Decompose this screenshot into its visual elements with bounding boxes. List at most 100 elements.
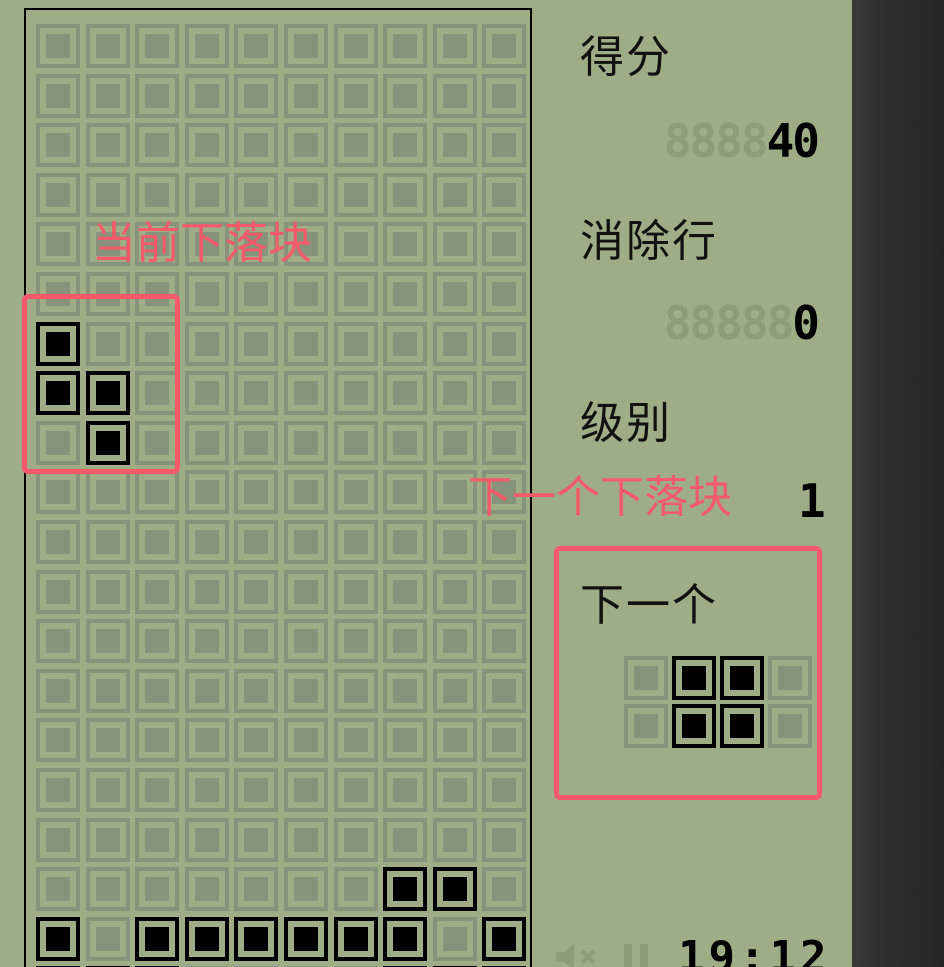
block-empty — [135, 768, 180, 812]
block-empty — [135, 520, 180, 564]
block-empty — [482, 371, 527, 416]
block-empty — [333, 520, 378, 564]
block-empty — [333, 172, 378, 217]
block-empty — [135, 619, 180, 664]
block-empty — [284, 768, 328, 812]
block-empty — [383, 420, 428, 465]
clock: 19:12 — [678, 932, 831, 967]
block-empty — [284, 569, 328, 614]
block-empty — [184, 24, 229, 68]
block-empty — [333, 272, 378, 316]
block-empty — [284, 470, 328, 515]
block-empty — [383, 520, 428, 564]
block-empty — [482, 420, 527, 465]
block-empty — [482, 619, 527, 664]
block-empty — [333, 718, 378, 763]
block-empty — [482, 24, 527, 68]
block-empty — [383, 619, 428, 664]
score-label: 得分 — [580, 32, 672, 83]
block-empty — [383, 668, 428, 713]
block-empty — [284, 272, 328, 316]
block-empty — [482, 718, 527, 763]
block-empty — [284, 24, 328, 68]
block-empty — [36, 123, 80, 168]
block-empty — [184, 569, 229, 614]
block-empty — [184, 73, 229, 118]
block-empty — [432, 718, 477, 763]
block-empty — [432, 371, 477, 416]
block-empty — [333, 470, 378, 515]
block-empty — [85, 916, 130, 961]
block-empty — [432, 73, 477, 118]
block-empty — [135, 123, 180, 168]
block-empty — [333, 768, 378, 812]
block-empty — [482, 73, 527, 118]
block-empty — [234, 718, 279, 763]
block-empty — [284, 668, 328, 713]
block-empty — [432, 668, 477, 713]
block-empty — [333, 420, 378, 465]
block-empty — [383, 569, 428, 614]
block-filled — [234, 916, 279, 961]
block-empty — [36, 73, 80, 118]
score-value: 40 — [766, 114, 820, 168]
current-piece-annotation: 当前下落块 — [92, 218, 312, 269]
score-display: 888840 — [664, 118, 820, 164]
block-empty — [482, 668, 527, 713]
block-filled — [432, 867, 477, 912]
block-empty — [383, 371, 428, 416]
lines-label: 消除行 — [580, 216, 718, 267]
block-empty — [36, 520, 80, 564]
block-filled — [383, 867, 428, 912]
block-empty — [234, 272, 279, 316]
block-empty — [184, 768, 229, 812]
block-filled — [36, 916, 80, 961]
block-empty — [184, 172, 229, 217]
block-empty — [184, 470, 229, 515]
block-empty — [135, 73, 180, 118]
block-empty — [85, 470, 130, 515]
speaker-muted-icon — [556, 944, 596, 967]
block-empty — [234, 619, 279, 664]
block-empty — [432, 272, 477, 316]
block-empty — [482, 817, 527, 862]
block-empty — [36, 668, 80, 713]
lines-value: 0 — [792, 296, 820, 350]
block-empty — [135, 569, 180, 614]
block-empty — [184, 619, 229, 664]
block-empty — [85, 123, 130, 168]
block-filled — [184, 916, 229, 961]
block-empty — [234, 420, 279, 465]
level-label: 级别 — [580, 398, 672, 449]
block-empty — [85, 768, 130, 812]
block-empty — [234, 172, 279, 217]
block-empty — [234, 520, 279, 564]
block-empty — [184, 817, 229, 862]
block-empty — [85, 520, 130, 564]
block-empty — [135, 817, 180, 862]
block-empty — [184, 668, 229, 713]
block-empty — [383, 768, 428, 812]
block-empty — [234, 569, 279, 614]
block-empty — [432, 420, 477, 465]
block-empty — [333, 73, 378, 118]
block-empty — [333, 569, 378, 614]
block-empty — [36, 222, 80, 267]
block-empty — [482, 569, 527, 614]
block-empty — [432, 172, 477, 217]
block-empty — [36, 718, 80, 763]
block-empty — [284, 718, 328, 763]
block-empty — [234, 470, 279, 515]
block-empty — [482, 768, 527, 812]
block-empty — [184, 371, 229, 416]
block-empty — [482, 321, 527, 366]
block-empty — [184, 321, 229, 366]
block-empty — [432, 619, 477, 664]
block-empty — [36, 619, 80, 664]
block-empty — [383, 817, 428, 862]
block-empty — [482, 123, 527, 168]
block-empty — [234, 371, 279, 416]
device-bezel — [852, 0, 944, 967]
block-empty — [36, 470, 80, 515]
block-empty — [432, 520, 477, 564]
